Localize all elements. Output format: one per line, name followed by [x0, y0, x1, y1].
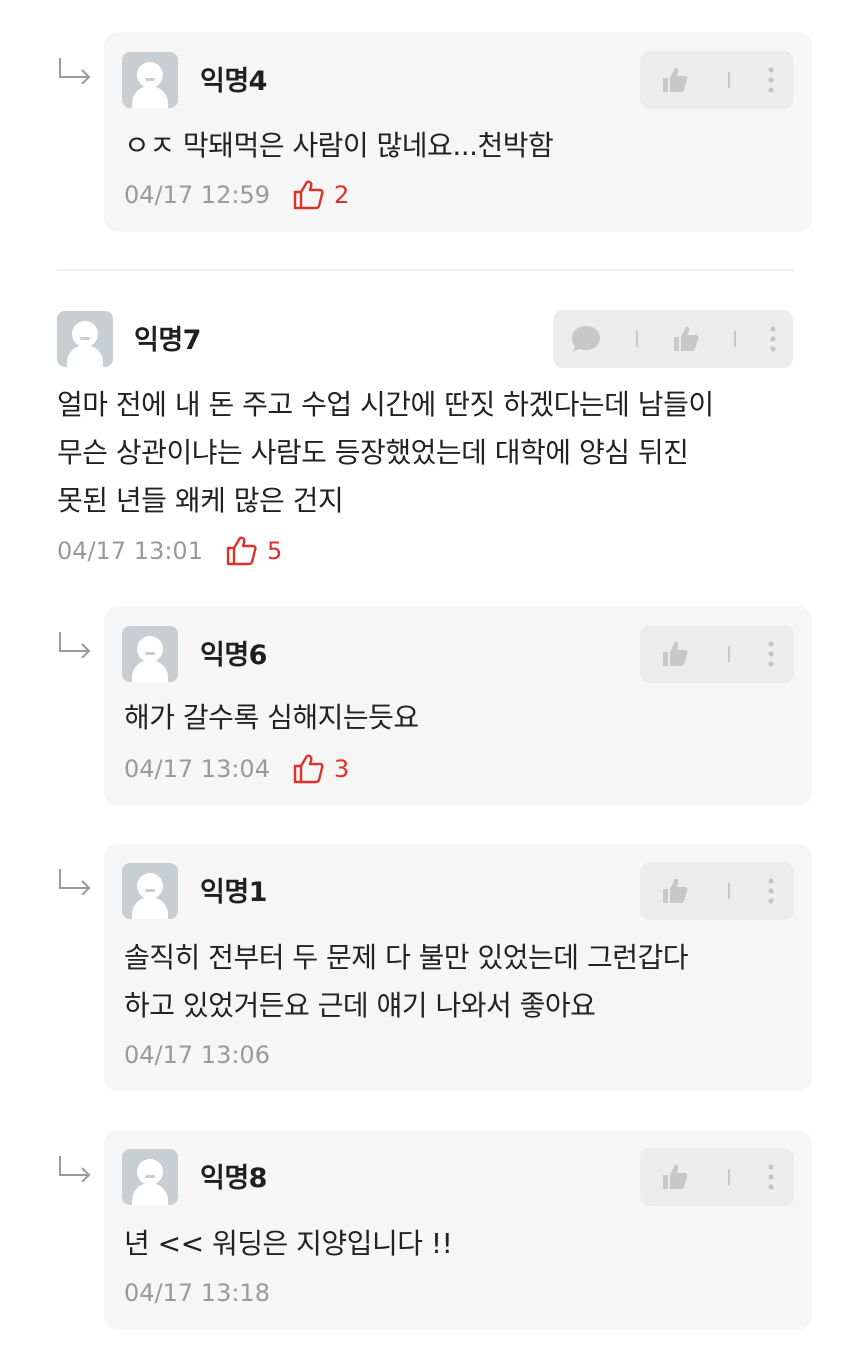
- reply-arrow-icon: [59, 869, 91, 895]
- divider: [57, 269, 794, 271]
- reply-arrow-icon: [59, 1156, 91, 1182]
- comment-actions: [640, 51, 794, 109]
- comment-meta: 04/17 13:18: [124, 1277, 270, 1309]
- comment-reply: 익명4 ㅇㅈ 막돼먹은 사람이 많네요...천박함 04/17 12:59 2: [104, 32, 812, 232]
- reply-icon[interactable]: [569, 323, 603, 355]
- reply-arrow-icon: [59, 58, 91, 84]
- comment-actions: [640, 1148, 794, 1206]
- avatar: [122, 863, 178, 919]
- comment-actions: [640, 625, 794, 683]
- comment-reply: 익명8 년 << 워딩은 지양입니다 !! 04/17 13:18: [104, 1130, 812, 1330]
- comment-line: 솔직히 전부터 두 문제 다 불만 있었는데 그런갑다: [124, 941, 689, 974]
- comment-time: 04/17 13:01: [57, 537, 203, 565]
- avatar: [57, 311, 113, 367]
- like-count: 3: [292, 753, 349, 785]
- avatar: [122, 1149, 178, 1205]
- comment-time: 04/17 12:59: [124, 181, 270, 209]
- comment-text: 솔직히 전부터 두 문제 다 불만 있었는데 그런갑다 하고 있었거든요 근데 …: [124, 934, 689, 1030]
- thumbs-up-icon[interactable]: [670, 323, 702, 355]
- comment-author: 익명6: [200, 640, 267, 671]
- comment-line: 해가 갈수록 심해지는듯요: [124, 701, 419, 734]
- comment-author: 익명4: [200, 66, 267, 97]
- comment-author: 익명8: [200, 1163, 267, 1194]
- comment-meta: 04/17 13:01 5: [57, 535, 282, 567]
- more-vertical-icon[interactable]: [769, 325, 777, 353]
- like-count-value: 2: [333, 181, 350, 209]
- comment-line: ㅇㅈ 막돼먹은 사람이 많네요...천박함: [124, 129, 554, 162]
- comment-text: 해가 갈수록 심해지는듯요: [124, 694, 419, 742]
- comment-time: 04/17 13:04: [124, 755, 270, 783]
- like-count-value: 5: [266, 537, 283, 565]
- comment-line: 무슨 상관이냐는 사람도 등장했었는데 대학에 양심 뒤진: [57, 436, 689, 469]
- comment-time: 04/17 13:06: [124, 1041, 270, 1069]
- comment-meta: 04/17 13:06: [124, 1039, 270, 1071]
- thumbs-up-outline-icon: [293, 754, 324, 784]
- more-vertical-icon[interactable]: [767, 877, 775, 905]
- more-vertical-icon[interactable]: [767, 640, 775, 668]
- comment-meta: 04/17 12:59 2: [124, 179, 349, 211]
- thumbs-up-outline-icon: [226, 536, 257, 566]
- more-vertical-icon[interactable]: [767, 1163, 775, 1191]
- comment-reply: 익명1 솔직히 전부터 두 문제 다 불만 있었는데 그런갑다 하고 있었거든요…: [104, 844, 812, 1091]
- comment-author: 익명1: [200, 877, 267, 908]
- comment-line: 년 << 워딩은 지양입니다 !!: [124, 1227, 453, 1260]
- comment-actions: [640, 862, 794, 920]
- comment-text: ㅇㅈ 막돼먹은 사람이 많네요...천박함: [124, 122, 554, 170]
- comment-author: 익명7: [134, 325, 201, 356]
- comment-reply: 익명6 해가 갈수록 심해지는듯요 04/17 13:04 3: [104, 606, 812, 806]
- comment-actions: [553, 310, 793, 368]
- thumbs-up-icon[interactable]: [659, 638, 691, 670]
- comment-text: 얼마 전에 내 돈 주고 수업 시간에 딴짓 하겠다는데 남들이 무슨 상관이냐…: [57, 381, 714, 525]
- more-vertical-icon[interactable]: [767, 66, 775, 94]
- like-count: 2: [292, 179, 349, 211]
- reply-arrow-icon: [59, 632, 91, 658]
- thumbs-up-icon[interactable]: [659, 1161, 691, 1193]
- thumbs-up-outline-icon: [293, 180, 324, 210]
- comment-meta: 04/17 13:04 3: [124, 753, 349, 785]
- comment-line: 못된 년들 왜케 많은 건지: [57, 484, 344, 517]
- thumbs-up-icon[interactable]: [659, 875, 691, 907]
- avatar: [122, 626, 178, 682]
- like-count-value: 3: [333, 755, 350, 783]
- comment-time: 04/17 13:18: [124, 1279, 270, 1307]
- thumbs-up-icon[interactable]: [659, 64, 691, 96]
- comment-line: 얼마 전에 내 돈 주고 수업 시간에 딴짓 하겠다는데 남들이: [57, 388, 714, 421]
- comment-line: 하고 있었거든요 근데 얘기 나와서 좋아요: [124, 989, 596, 1022]
- like-count: 5: [225, 535, 282, 567]
- avatar: [122, 52, 178, 108]
- comment-text: 년 << 워딩은 지양입니다 !!: [124, 1220, 453, 1268]
